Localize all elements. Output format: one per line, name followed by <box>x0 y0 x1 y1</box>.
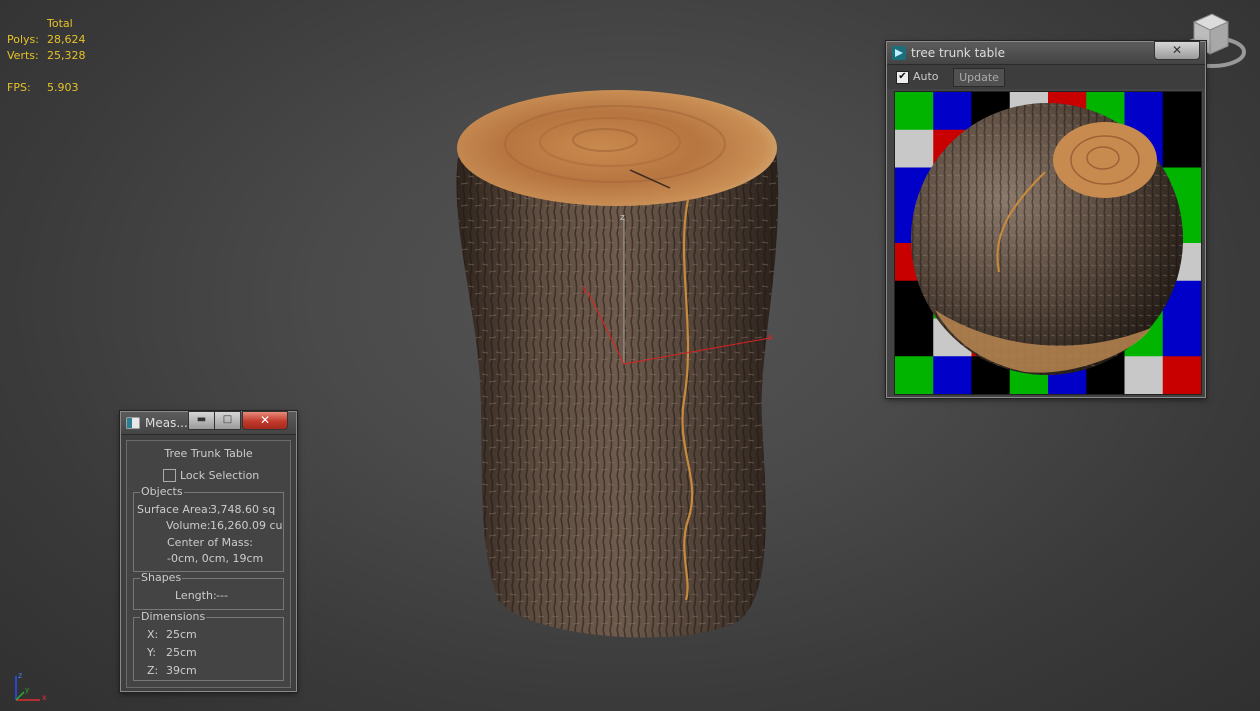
surface-area-label: Surface Area: <box>137 503 212 516</box>
dimension-y-value: 25cm <box>166 646 197 659</box>
polys-value: 28,624 <box>47 33 86 46</box>
checker-tile <box>895 92 934 131</box>
close-button[interactable]: ✕ <box>242 411 288 430</box>
measure-window[interactable]: Meas... ▬ □ ✕ Tree Trunk Table Lock Sele… <box>120 411 297 692</box>
objects-group: Objects Surface Area: 3,748.60 sq Volume… <box>133 486 284 572</box>
material-window-titlebar[interactable]: tree trunk table ✕ <box>887 41 1205 65</box>
close-button[interactable]: ✕ <box>1154 41 1200 60</box>
verts-value: 25,328 <box>47 49 86 62</box>
objects-group-label: Objects <box>140 485 184 498</box>
measure-panel: Tree Trunk Table Lock Selection Objects … <box>126 440 291 688</box>
checker-tile <box>1162 356 1201 394</box>
checker-tile <box>895 318 934 357</box>
measure-window-titlebar[interactable]: Meas... ▬ □ ✕ <box>121 411 296 435</box>
checker-tile <box>895 356 934 394</box>
dimension-z-value: 39cm <box>166 664 197 677</box>
tree-trunk-model[interactable]: z x y <box>440 80 800 650</box>
checker-tile <box>933 356 972 394</box>
checker-tile <box>1162 129 1201 168</box>
material-editor-icon <box>892 46 906 60</box>
checker-tile <box>933 92 972 131</box>
minimize-button[interactable]: ▬ <box>188 411 215 430</box>
stats-total-header: Total <box>47 17 73 30</box>
lock-selection-checkbox[interactable] <box>163 469 176 482</box>
sphere-end-grain <box>1053 122 1157 198</box>
center-of-mass-value: -0cm, 0cm, 19cm <box>167 552 264 565</box>
checker-tile <box>1124 92 1164 131</box>
tripod-y-label: y <box>25 686 29 694</box>
material-preview-window[interactable]: tree trunk table ✕ ✔ Auto Update <box>886 41 1206 398</box>
measure-window-title: Meas... <box>145 416 188 430</box>
dimension-y-label: Y: <box>147 646 156 659</box>
auto-label: Auto <box>913 70 939 83</box>
material-sphere-preview <box>894 91 1202 395</box>
volume-label: Volume: <box>166 519 211 532</box>
checker-tile <box>1124 356 1164 394</box>
volume-value: 16,260.09 cu <box>210 519 283 532</box>
auto-checkbox[interactable]: ✔ <box>896 71 909 84</box>
dimension-z-label: Z: <box>147 664 159 677</box>
fps-value: 5.903 <box>47 81 79 94</box>
dimension-x-label: X: <box>147 628 159 641</box>
dimensions-group-label: Dimensions <box>140 610 207 623</box>
lock-selection-label: Lock Selection <box>180 469 260 482</box>
gizmo-y-label: y <box>582 285 588 295</box>
center-of-mass-label: Center of Mass: <box>167 536 254 549</box>
checker-tile <box>1162 318 1201 357</box>
axis-tripod-icon: z x y <box>15 671 47 702</box>
length-label: Length: <box>175 589 217 602</box>
checker-tile <box>1162 92 1201 131</box>
verts-label: Verts: <box>7 49 39 62</box>
dimensions-group: Dimensions X: 25cm Y: 25cm Z: 39cm <box>133 611 284 681</box>
checker-tile <box>895 129 934 168</box>
shapes-group: Shapes Length: --- <box>133 572 284 610</box>
tripod-z-label: z <box>18 671 22 680</box>
material-toolbar: ✔ Auto Update <box>887 65 1205 89</box>
tripod-x-label: x <box>42 693 47 702</box>
gizmo-z-label: z <box>620 213 625 223</box>
measure-utility-icon <box>126 416 140 430</box>
surface-area-value: 3,748.60 sq <box>210 503 276 516</box>
length-value: --- <box>216 589 228 602</box>
shapes-group-label: Shapes <box>140 571 183 584</box>
polys-label: Polys: <box>7 33 39 46</box>
update-button[interactable]: Update <box>953 68 1005 87</box>
material-window-title: tree trunk table <box>911 46 1005 60</box>
fps-label: FPS: <box>7 81 31 94</box>
dimension-x-value: 25cm <box>166 628 197 641</box>
maximize-button[interactable]: □ <box>214 411 241 430</box>
measured-object-name: Tree Trunk Table <box>164 447 253 460</box>
gizmo-x-label: x <box>768 333 774 343</box>
